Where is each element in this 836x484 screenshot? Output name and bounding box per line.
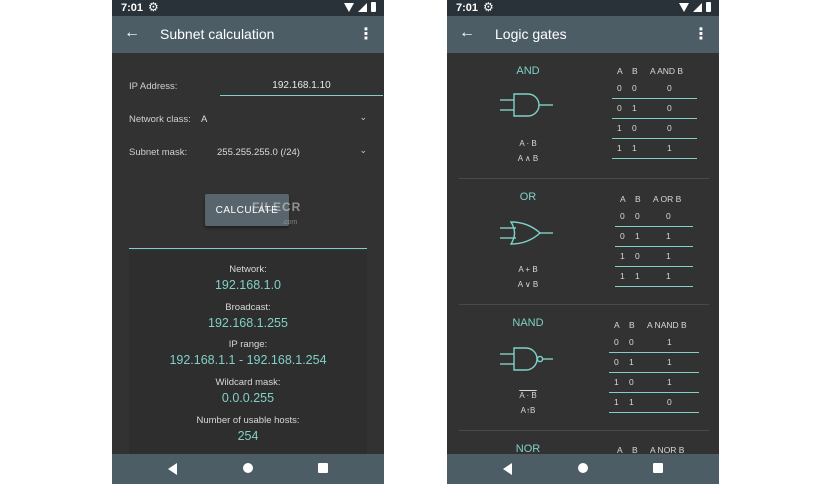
ip-address-input[interactable] [220, 76, 383, 96]
signal-icon [693, 2, 702, 12]
usable-hosts-label: Number of usable hosts: [196, 415, 300, 426]
subnet-phone-screen: 7:01 ⚙ ← Subnet calculation ⋮ IP Address… [112, 0, 384, 484]
gate-section-or: OR A + B A ∨ B A B A OR B 000 011 1 0 1 … [447, 179, 719, 304]
network-class-label: Network class: [129, 114, 191, 125]
truth-table-row: 011 [615, 228, 693, 247]
status-bar: 7:01 ⚙ [447, 0, 719, 16]
truth-table-row: 110 [609, 394, 699, 413]
truth-table-row: 001 [609, 334, 699, 353]
gate-expression: A · B [519, 139, 537, 148]
subnet-mask-value: 255.255.255.0 (/24) [217, 147, 300, 158]
ip-address-row: IP Address: [129, 76, 383, 98]
status-time: 7:01 [121, 2, 144, 14]
network-class-value: A [201, 114, 208, 125]
truth-table-header: A B A AND B [617, 66, 684, 76]
gate-section-and: AND A · B A ∧ B A B A AND B 000 010 1 0 … [447, 53, 719, 178]
truth-table-row: 000 [615, 208, 693, 227]
overflow-menu-icon[interactable]: ⋮ [693, 24, 709, 44]
battery-icon [706, 2, 711, 12]
truth-table-row: 111 [612, 140, 697, 159]
chevron-down-icon: ⌄ [359, 112, 367, 122]
settings-gear-icon: ⚙ [148, 0, 159, 14]
gate-name: NAND [512, 317, 544, 329]
results-panel: Network: 192.168.1.0 Broadcast: 192.168.… [129, 251, 367, 454]
watermark-suffix: .com [282, 219, 298, 226]
wifi-icon [344, 2, 354, 12]
watermark: FILECR [252, 200, 302, 214]
gate-name: OR [519, 191, 537, 203]
settings-gear-icon: ⚙ [483, 0, 494, 14]
back-arrow-icon[interactable]: ← [459, 24, 475, 42]
home-icon[interactable] [243, 463, 253, 473]
back-icon[interactable] [503, 463, 512, 475]
truth-table-row: 101 [609, 374, 699, 393]
status-time: 7:01 [456, 2, 479, 14]
wildcard-mask-label: Wildcard mask: [215, 377, 281, 388]
page-title: Logic gates [495, 26, 567, 42]
subnet-mask-label: Subnet mask: [129, 147, 188, 158]
signal-icon [358, 2, 367, 12]
gate-name: AND [516, 65, 540, 77]
truth-table-row: 100 [612, 120, 697, 139]
recents-icon[interactable] [318, 463, 328, 473]
usable-hosts-value: 254 [237, 429, 259, 443]
status-bar: 7:01 ⚙ [112, 0, 384, 16]
home-icon[interactable] [578, 463, 588, 473]
back-arrow-icon[interactable]: ← [124, 24, 140, 42]
chevron-down-icon: ⌄ [359, 145, 367, 155]
network-value: 192.168.1.0 [214, 278, 282, 292]
recents-icon[interactable] [653, 463, 663, 473]
overflow-menu-icon[interactable]: ⋮ [358, 24, 374, 44]
and-gate-icon [500, 93, 553, 117]
nand-gate-icon [500, 347, 553, 371]
network-class-select[interactable]: Network class: A ⌄ [129, 109, 369, 131]
system-nav-bar [112, 454, 384, 484]
gate-expression-alt: A↑B [520, 406, 536, 415]
network-label: Network: [229, 264, 267, 275]
ip-range-label: IP range: [228, 339, 268, 350]
results-divider [129, 248, 367, 249]
or-gate-icon [500, 221, 553, 245]
battery-icon [371, 2, 376, 12]
truth-table-header: A B A OR B [620, 194, 682, 204]
truth-table-row: 101 [615, 248, 693, 267]
truth-table-row: 000 [612, 80, 697, 99]
gate-expression-alt: A ∨ B [517, 280, 539, 289]
wildcard-mask-value: 0.0.0.255 [221, 391, 275, 405]
gate-section-nand: NAND A · B A↑B A B A NAND B 001 011 1 0 … [447, 305, 719, 430]
broadcast-value: 192.168.1.255 [208, 316, 288, 330]
gate-section-nor: NOR A B A NOR B [447, 431, 719, 455]
logic-gates-phone-screen: 7:01 ⚙ ← Logic gates ⋮ AND A · B A ∧ B A [447, 0, 719, 484]
broadcast-label: Broadcast: [225, 302, 271, 313]
gate-expression: A + B [518, 265, 538, 274]
app-bar: ← Logic gates ⋮ [447, 16, 719, 53]
gate-expression: A · B [519, 391, 537, 400]
truth-table-header: A B A NAND B [614, 320, 687, 330]
truth-table-row: 111 [615, 268, 693, 287]
gate-expression-alt: A ∧ B [517, 154, 539, 163]
page-title: Subnet calculation [160, 26, 275, 42]
back-icon[interactable] [168, 463, 177, 475]
system-nav-bar [447, 454, 719, 484]
app-bar: ← Subnet calculation ⋮ [112, 16, 384, 53]
truth-table-row: 010 [612, 100, 697, 119]
subnet-mask-select[interactable]: Subnet mask: 255.255.255.0 (/24) ⌄ [129, 142, 369, 164]
ip-range-value: 192.168.1.1 - 192.168.1.254 [169, 353, 327, 367]
truth-table-row: 011 [609, 354, 699, 373]
wifi-icon [679, 2, 689, 12]
ip-address-label: IP Address: [129, 81, 178, 92]
